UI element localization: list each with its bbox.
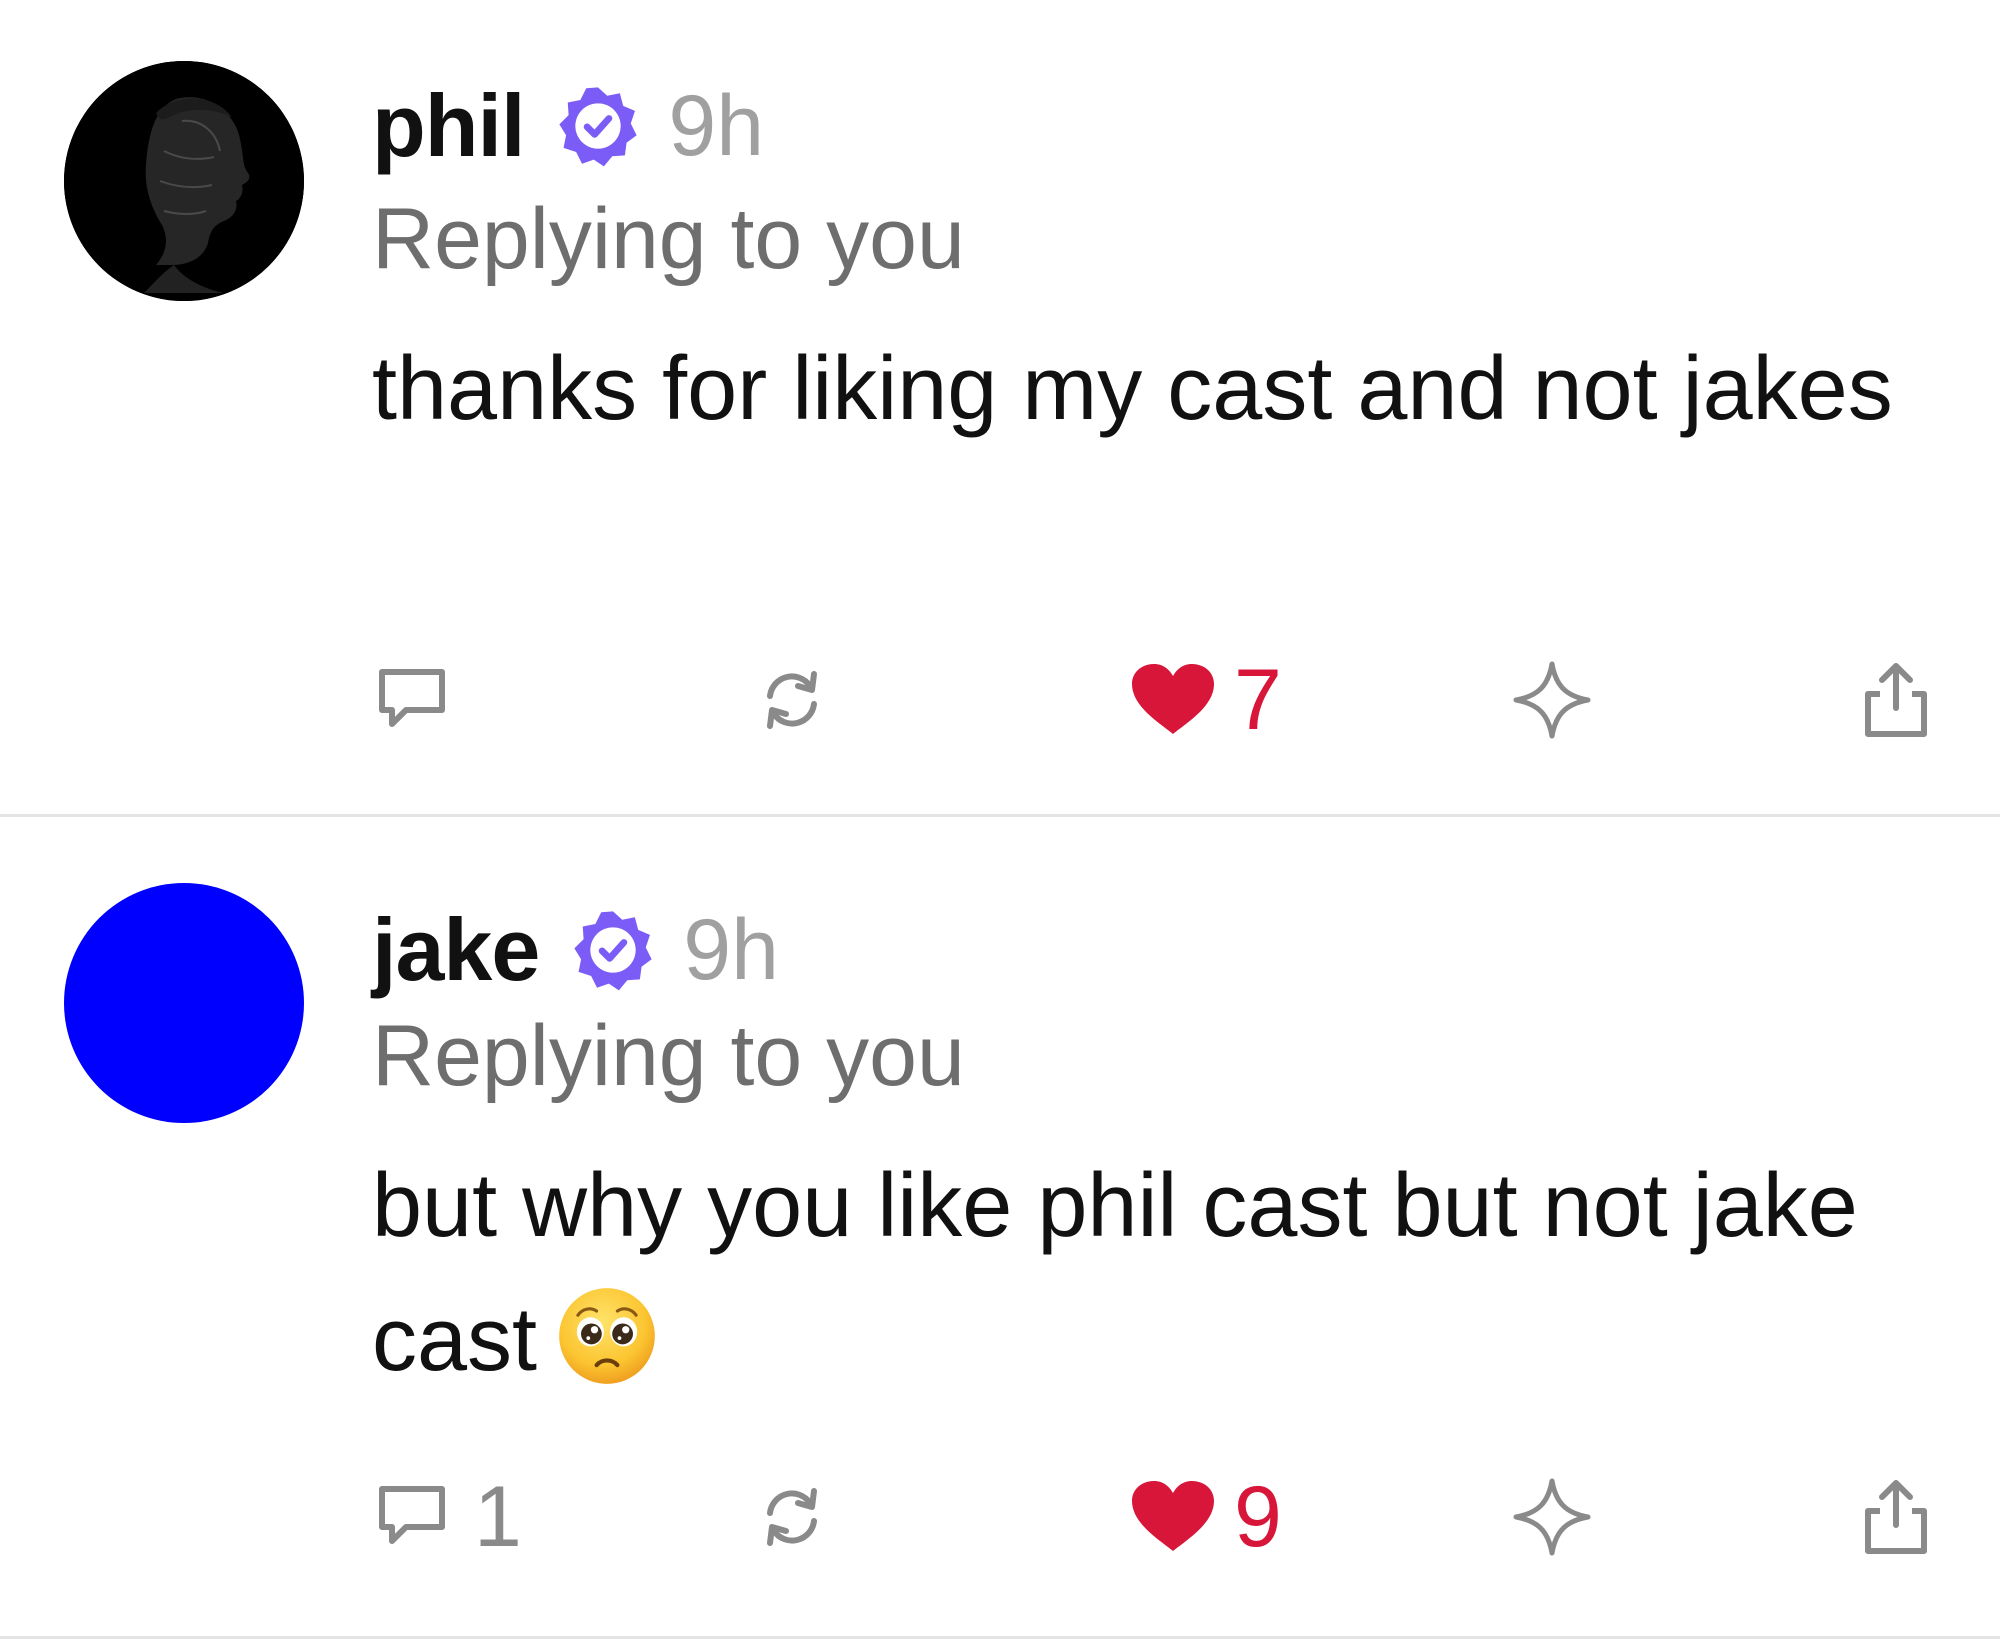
timestamp: 9h (683, 901, 779, 998)
sparkle-button[interactable] (1510, 640, 1594, 760)
recast-button[interactable] (752, 640, 832, 760)
comment-icon (379, 669, 445, 727)
like-button[interactable]: 9 (1128, 1457, 1282, 1577)
sparkle-icon (1513, 1478, 1591, 1556)
verified-badge-icon (559, 87, 638, 167)
avatar[interactable] (64, 883, 304, 1123)
share-icon (1865, 663, 1927, 737)
replying-to-label[interactable]: Replying to you (372, 190, 965, 289)
cast-header: jake 9h (372, 890, 779, 1010)
cast-text: but why you like phil cast but not jake … (372, 1139, 1932, 1407)
cast-header: phil 9h (372, 66, 764, 186)
timestamp: 9h (668, 77, 765, 174)
cast-text-content: thanks for liking my cast and not jakes (372, 339, 1893, 439)
cast-text: thanks for liking my cast and not jakes (372, 322, 1932, 456)
avatar-portrait-image (64, 61, 304, 301)
replying-to-label[interactable]: Replying to you (372, 1007, 965, 1106)
share-icon (1865, 1480, 1927, 1554)
username[interactable]: phil (372, 75, 525, 177)
sparkle-icon (1513, 661, 1591, 739)
comment-icon (379, 1486, 445, 1544)
reply-count: 1 (474, 1469, 522, 1565)
cast-feed: phil 9h Replying to you thanks for likin… (0, 0, 2000, 1649)
like-button[interactable]: 7 (1128, 640, 1282, 760)
recast-icon (767, 671, 817, 729)
username[interactable]: jake (372, 899, 540, 1001)
heart-icon (1132, 1481, 1214, 1551)
sparkle-button[interactable] (1510, 1457, 1594, 1577)
reply-button[interactable]: 1 (372, 1457, 522, 1577)
verified-badge-icon (574, 911, 652, 991)
cast-item[interactable]: phil 9h Replying to you thanks for likin… (0, 0, 2000, 817)
like-count: 9 (1234, 1469, 1282, 1565)
share-button[interactable] (1858, 640, 1934, 760)
heart-icon (1132, 664, 1214, 734)
reply-button[interactable] (372, 640, 452, 760)
recast-button[interactable] (752, 1457, 832, 1577)
share-button[interactable] (1858, 1457, 1934, 1577)
avatar[interactable] (64, 61, 304, 301)
cast-actions: 7 (0, 640, 2000, 760)
cast-actions: 1 9 (0, 1457, 2000, 1577)
pleading-face-emoji-icon (559, 1288, 655, 1384)
recast-icon (767, 1488, 817, 1546)
like-count: 7 (1234, 652, 1282, 748)
cast-item[interactable]: jake 9h Replying to you but why you like… (0, 817, 2000, 1639)
